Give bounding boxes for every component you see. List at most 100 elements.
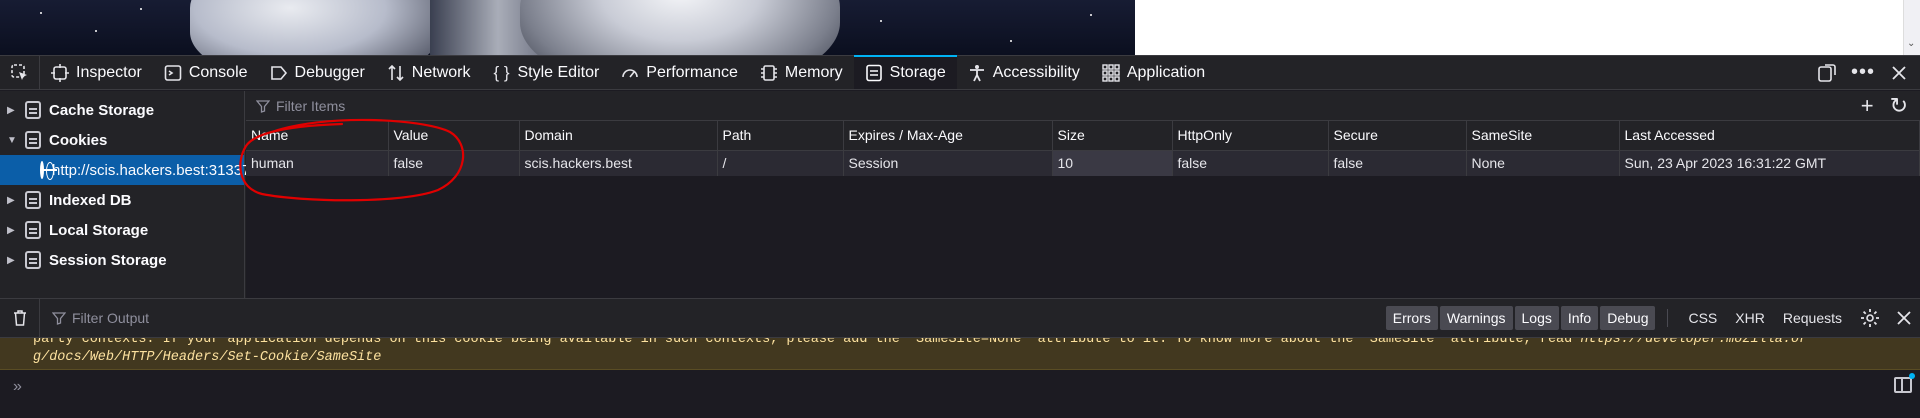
close-split-console-icon[interactable] xyxy=(1896,310,1912,326)
column-header-secure[interactable]: Secure xyxy=(1328,121,1467,151)
more-options-icon[interactable]: ••• xyxy=(1851,61,1874,84)
cookie-table-pane: + ↻ Name Value Domain Path Expires / Max… xyxy=(246,91,1920,298)
accessibility-icon xyxy=(968,64,986,82)
tab-application[interactable]: Application xyxy=(1091,56,1216,89)
tab-label: Storage xyxy=(889,63,946,81)
database-icon xyxy=(25,131,41,149)
tab-inspector[interactable]: Inspector xyxy=(40,56,153,89)
editor-mode-icon[interactable] xyxy=(1894,373,1915,393)
database-icon xyxy=(25,221,41,239)
column-header-domain[interactable]: Domain xyxy=(519,121,718,151)
sidebar-item-label: Session Storage xyxy=(49,251,167,269)
expand-arrow-icon[interactable]: ▶ xyxy=(7,255,17,266)
cell-last-accessed[interactable]: Sun, 23 Apr 2023 16:31:22 GMT xyxy=(1619,150,1920,176)
sidebar-item-cookies[interactable]: ▼ Cookies xyxy=(0,125,244,155)
page-scrollbar[interactable]: ⌄ xyxy=(1903,0,1920,55)
element-picker-icon xyxy=(10,63,27,80)
performance-icon xyxy=(621,64,639,82)
cell-path[interactable]: / xyxy=(717,150,844,176)
tab-storage[interactable]: Storage xyxy=(853,55,957,89)
expand-arrow-icon[interactable]: ▶ xyxy=(7,225,17,236)
filter-info-button[interactable]: Info xyxy=(1560,306,1599,330)
column-header-name[interactable]: Name xyxy=(246,121,389,151)
cell-value[interactable]: false xyxy=(388,150,520,176)
sidebar-item-label: http://scis.hackers.best:31337 xyxy=(52,161,251,179)
cell-name[interactable]: human xyxy=(246,150,389,176)
filter-errors-button[interactable]: Errors xyxy=(1385,306,1438,330)
cell-expires[interactable]: Session xyxy=(843,150,1053,176)
divider xyxy=(1667,309,1669,327)
warning-text: party contexts. If your application depe… xyxy=(33,338,1581,347)
filter-css-button[interactable]: CSS xyxy=(1680,310,1725,326)
tab-label: Performance xyxy=(646,63,738,81)
database-icon xyxy=(25,191,41,209)
console-toolbar: Errors Warnings Logs Info Debug CSS XHR … xyxy=(0,298,1920,338)
column-header-expires[interactable]: Expires / Max-Age xyxy=(843,121,1053,151)
cell-httponly[interactable]: false xyxy=(1172,150,1329,176)
storage-filter-bar: + ↻ xyxy=(246,91,1920,121)
cell-size[interactable]: 10 xyxy=(1052,150,1173,176)
refresh-icon[interactable]: ↻ xyxy=(1890,94,1908,117)
tab-label: Console xyxy=(188,63,248,81)
console-warning-message: party contexts. If your application depe… xyxy=(0,338,1920,370)
trash-icon xyxy=(13,310,26,326)
filter-logs-button[interactable]: Logs xyxy=(1514,306,1559,330)
sidebar-item-local-storage[interactable]: ▶ Local Storage xyxy=(0,215,244,245)
sidebar-item-cache-storage[interactable]: ▶ Cache Storage xyxy=(0,95,244,125)
column-header-value[interactable]: Value xyxy=(388,121,520,151)
cell-domain[interactable]: scis.hackers.best xyxy=(519,150,718,176)
close-devtools-icon[interactable] xyxy=(1888,62,1910,84)
filter-icon xyxy=(52,312,66,325)
filter-debug-button[interactable]: Debug xyxy=(1600,306,1656,330)
column-header-httponly[interactable]: HttpOnly xyxy=(1172,121,1329,151)
cell-secure[interactable]: false xyxy=(1328,150,1467,176)
sidebar-item-label: Cookies xyxy=(49,131,108,149)
column-header-path[interactable]: Path xyxy=(717,121,844,151)
tab-label: Debugger xyxy=(294,63,365,81)
sidebar-item-indexed-db[interactable]: ▶ Indexed DB xyxy=(0,185,244,215)
tab-label: Application xyxy=(1126,63,1206,81)
tab-label: Memory xyxy=(784,63,843,81)
console-prompt-icon: » xyxy=(13,378,22,395)
filter-xhr-button[interactable]: XHR xyxy=(1727,310,1773,326)
expand-arrow-icon[interactable]: ▶ xyxy=(7,105,17,116)
memory-icon xyxy=(760,64,778,82)
console-input-row[interactable]: » xyxy=(0,370,1920,418)
element-picker-button[interactable] xyxy=(0,56,40,89)
style-editor-icon: { } xyxy=(493,62,510,82)
expand-arrow-icon[interactable]: ▶ xyxy=(7,195,17,206)
clear-console-button[interactable] xyxy=(0,299,40,337)
cell-samesite[interactable]: None xyxy=(1466,150,1620,176)
tab-style-editor[interactable]: { } Style Editor xyxy=(481,56,610,89)
table-row[interactable]: human false scis.hackers.best / Session … xyxy=(246,150,1920,176)
database-icon xyxy=(25,101,41,119)
collapse-arrow-icon[interactable]: ▼ xyxy=(7,135,17,146)
tab-performance[interactable]: Performance xyxy=(610,56,749,89)
dock-toggle-icon[interactable] xyxy=(1816,62,1838,84)
tab-label: Accessibility xyxy=(992,63,1080,81)
column-header-last-accessed[interactable]: Last Accessed xyxy=(1619,121,1920,151)
filter-items-input[interactable] xyxy=(276,97,576,114)
filter-requests-button[interactable]: Requests xyxy=(1775,310,1850,326)
column-header-samesite[interactable]: SameSite xyxy=(1466,121,1620,151)
add-item-icon[interactable]: + xyxy=(1861,94,1874,117)
tab-network[interactable]: Network xyxy=(376,56,482,89)
tab-console[interactable]: Console xyxy=(153,56,259,89)
gear-icon[interactable] xyxy=(1860,308,1880,328)
console-icon xyxy=(164,64,182,82)
sidebar-item-session-storage[interactable]: ▶ Session Storage xyxy=(0,245,244,275)
sidebar-item-label: Cache Storage xyxy=(49,101,155,119)
filter-output-input[interactable] xyxy=(72,310,372,326)
sidebar-item-cookie-origin[interactable]: http://scis.hackers.best:31337 xyxy=(0,155,250,185)
tab-debugger[interactable]: Debugger xyxy=(259,56,376,89)
tab-memory[interactable]: Memory xyxy=(749,56,854,89)
column-header-size[interactable]: Size xyxy=(1052,121,1173,151)
tab-label: Network xyxy=(411,63,471,81)
filter-warnings-button[interactable]: Warnings xyxy=(1439,306,1513,330)
astronaut-hero-image xyxy=(0,0,1135,55)
table-header-row: Name Value Domain Path Expires / Max-Age… xyxy=(246,121,1920,151)
scroll-down-icon[interactable]: ⌄ xyxy=(1907,39,1917,49)
application-icon xyxy=(1102,63,1120,82)
tab-accessibility[interactable]: Accessibility xyxy=(957,56,1091,89)
network-icon xyxy=(387,64,405,82)
